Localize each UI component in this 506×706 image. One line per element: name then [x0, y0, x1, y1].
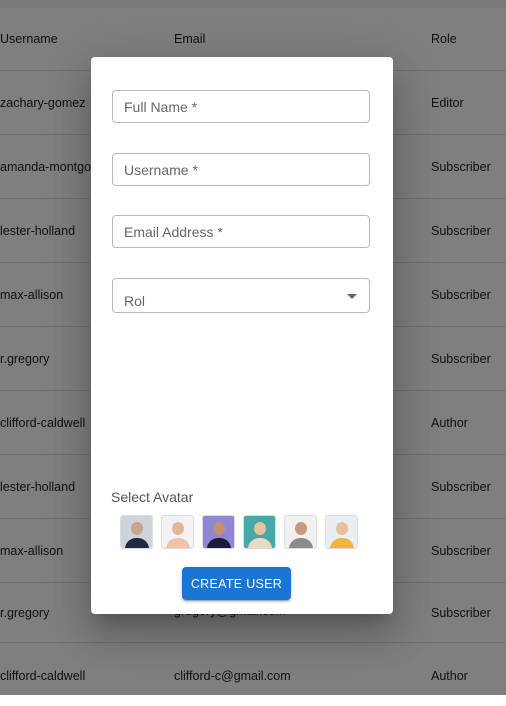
- avatar-torso: [329, 538, 354, 548]
- select-avatar-label: Select Avatar: [111, 489, 194, 505]
- avatar-torso: [288, 538, 313, 548]
- avatar-photo-3-icon[interactable]: [202, 515, 235, 549]
- avatar-photo-6-icon[interactable]: [325, 515, 358, 549]
- email-field[interactable]: Email Address *: [112, 215, 370, 248]
- avatar-torso: [124, 538, 149, 548]
- avatar-photo-4-icon[interactable]: [243, 515, 276, 549]
- avatar-photo-1-icon[interactable]: [120, 515, 153, 549]
- avatar-head: [294, 522, 307, 535]
- create-user-dialog: Full Name * Username * Email Address * R…: [91, 57, 393, 614]
- role-select[interactable]: Rol: [112, 278, 370, 313]
- avatar-photo-2-icon[interactable]: [161, 515, 194, 549]
- avatar-head: [335, 522, 348, 535]
- avatar-torso: [206, 538, 231, 548]
- username-field[interactable]: Username *: [112, 153, 370, 186]
- avatar-torso: [247, 538, 272, 548]
- avatar-torso: [165, 538, 190, 548]
- avatar-photo-5-icon[interactable]: [284, 515, 317, 549]
- username-placeholder: Username *: [124, 161, 198, 178]
- avatar-head: [171, 522, 184, 535]
- full-name-field[interactable]: Full Name *: [112, 90, 370, 123]
- avatar-head: [253, 522, 266, 535]
- email-placeholder: Email Address *: [124, 223, 223, 240]
- avatar-head: [212, 522, 225, 535]
- dropdown-arrow-icon: [347, 294, 357, 299]
- role-placeholder: Rol: [124, 293, 146, 309]
- full-name-placeholder: Full Name *: [124, 98, 198, 115]
- avatar-head: [130, 522, 143, 535]
- avatar-picker: [120, 515, 364, 549]
- create-user-button[interactable]: CREATE USER: [182, 567, 291, 600]
